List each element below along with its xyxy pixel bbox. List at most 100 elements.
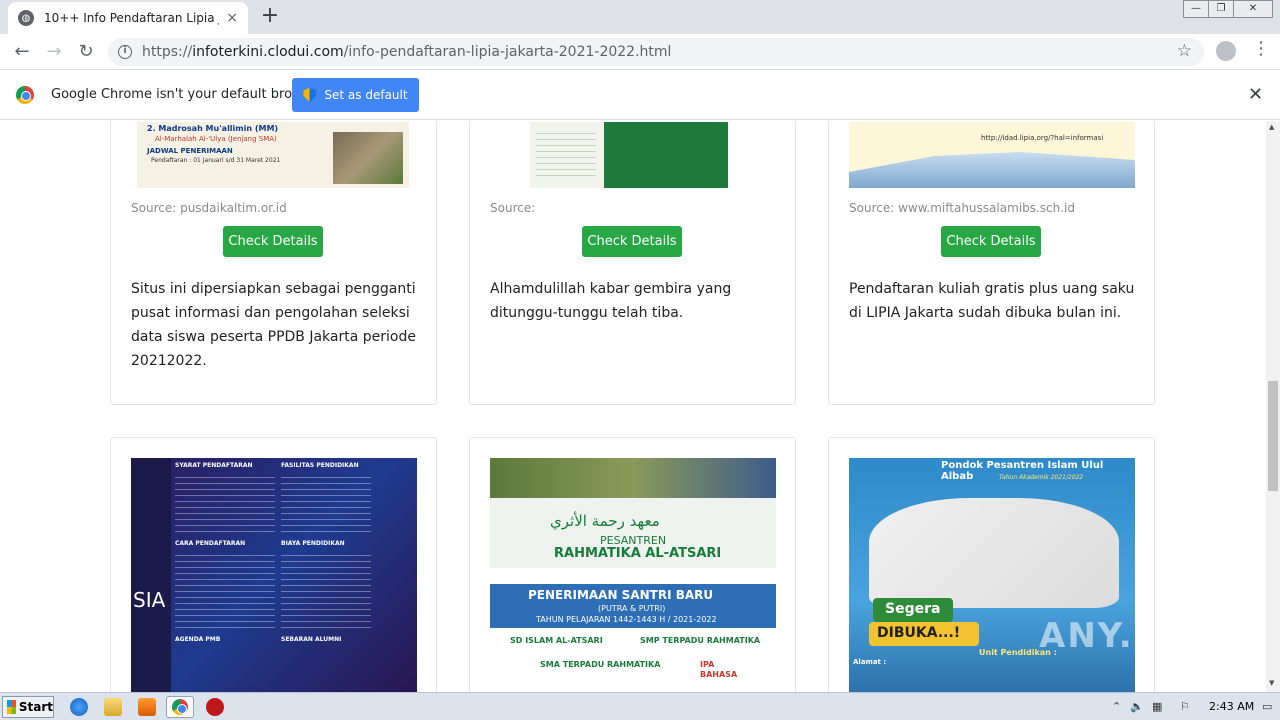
chrome-taskbar-button[interactable]: [166, 696, 194, 718]
thumb-text: DIBUKA...!: [877, 625, 961, 641]
thumb-text: BIAYA PENDIDIKAN: [281, 540, 345, 547]
card-thumbnail[interactable]: Pondok Pesantren Islam Ulul Albab Tahun …: [849, 458, 1135, 692]
info-icon[interactable]: i: [118, 45, 132, 59]
scroll-up-icon[interactable]: ▲: [1269, 123, 1274, 131]
infobar-message: Google Chrome isn't your default browser: [51, 87, 323, 102]
infobar-close-icon[interactable]: ✕: [1248, 84, 1263, 105]
profile-avatar[interactable]: [1216, 41, 1236, 61]
tab-close-icon[interactable]: ×: [226, 10, 238, 26]
new-tab-button[interactable]: +: [258, 4, 282, 28]
url-text: https://infoterkini.clodui.com/info-pend…: [142, 44, 672, 60]
tray-expand-icon[interactable]: ⌃: [1112, 700, 1121, 713]
thumb-text: JADWAL PENERIMAAN: [147, 147, 233, 155]
scrollbar-thumb[interactable]: [1268, 381, 1278, 491]
page-scrollbar[interactable]: ▲ ▼: [1266, 121, 1280, 692]
system-clock[interactable]: 2:43 AM: [1209, 700, 1254, 713]
result-card: Pondok Pesantren Islam Ulul Albab Tahun …: [828, 437, 1155, 692]
students-photo: [869, 498, 1119, 608]
card-source: Source: pusdaikaltim.or.id: [131, 201, 287, 215]
header-photo: [490, 458, 776, 498]
green-panel: [604, 122, 728, 188]
start-label: Start: [18, 700, 53, 714]
thumb-text: SMP TERPADU RAHMATIKA: [640, 636, 761, 645]
check-details-button[interactable]: Check Details: [582, 226, 682, 257]
scroll-down-icon[interactable]: ▼: [1269, 679, 1274, 687]
anyrun-watermark: ANY.RUN: [1039, 616, 1135, 656]
side-panel: [131, 458, 171, 692]
address-bar[interactable]: i https://infoterkini.clodui.com/info-pe…: [108, 38, 1204, 66]
reload-icon[interactable]: ↻: [74, 40, 98, 64]
window-close-button[interactable]: ✕: [1233, 0, 1273, 18]
thumb-text: Tahun Akademik 2021/2022: [999, 474, 1084, 481]
text-lines: [175, 472, 275, 532]
opera-icon[interactable]: [206, 698, 224, 716]
flag-icon[interactable]: ⚐: [1180, 700, 1190, 713]
card-source: Source:: [490, 201, 536, 215]
thumb-text: 2. Madrosah Mu'allimin (MM): [147, 124, 279, 133]
result-card: Source: Check Details Alhamdulillah kaba…: [469, 121, 796, 405]
menu-icon[interactable]: ⋮: [1252, 38, 1270, 59]
thumb-text: Segera: [885, 601, 941, 617]
set-as-default-label: Set as default: [324, 88, 408, 102]
thumb-text: Pendaftaran : 01 Januari s/d 31 Maret 20…: [151, 157, 281, 164]
globe-icon: ◍: [18, 10, 34, 26]
forward-icon[interactable]: →: [42, 40, 66, 64]
minimize-button[interactable]: —: [1183, 0, 1209, 18]
windows-taskbar: Start ⌃ 🔈 ▦ ⚐ 2:43 AM ▭: [0, 692, 1280, 720]
show-desktop-icon[interactable]: ▭: [1262, 700, 1272, 713]
text-lines: [281, 550, 371, 630]
windows-logo-icon: [7, 700, 16, 714]
thumb-text: CARA PENDAFTARAN: [175, 540, 246, 547]
bookmark-star-icon[interactable]: ☆: [1177, 41, 1192, 61]
text-lines: [281, 472, 371, 532]
file-explorer-icon[interactable]: [104, 698, 122, 716]
thumb-text: SMA TERPADU RAHMATIKA: [540, 660, 661, 669]
thumb-text: IPA: [700, 660, 715, 669]
card-description: Pendaftaran kuliah gratis plus uang saku…: [849, 281, 1135, 321]
thumb-text: Al-Marhalah Al-'Ulya (Jenjang SMA): [155, 135, 277, 143]
thumb-text: AGENDA PMB: [175, 636, 221, 643]
result-card: 2. Madrosah Mu'allimin (MM) Al-Marhalah …: [110, 121, 437, 405]
card-thumbnail[interactable]: [530, 122, 728, 188]
card-thumbnail[interactable]: http://idad.lipia.org/?hal=informasi: [849, 122, 1135, 188]
internet-explorer-icon[interactable]: [70, 698, 88, 716]
check-details-button[interactable]: Check Details: [223, 226, 323, 257]
thumb-text: FASILITAS PENDIDIKAN: [281, 462, 359, 469]
page-viewport: 2. Madrosah Mu'allimin (MM) Al-Marhalah …: [0, 121, 1266, 692]
result-card: http://idad.lipia.org/?hal=informasi Sou…: [828, 121, 1155, 405]
card-thumbnail[interactable]: معهد رحمة الأثري PESANTREN RAHMATIKA AL-…: [490, 458, 776, 692]
browser-tab[interactable]: ◍ 10++ Info Pendaftaran Lipia Jakarta ×: [8, 2, 248, 34]
photo-collage: [333, 132, 403, 184]
set-as-default-button[interactable]: Set as default: [292, 78, 419, 112]
thumb-text: BAHASA: [700, 670, 738, 679]
thumb-text: PENERIMAAN SANTRI BARU: [528, 588, 714, 602]
restore-button[interactable]: ❐: [1208, 0, 1234, 18]
default-browser-infobar: Google Chrome isn't your default browser…: [0, 70, 1280, 120]
chrome-logo-icon: [16, 86, 34, 104]
tab-strip: ◍ 10++ Info Pendaftaran Lipia Jakarta × …: [0, 0, 1280, 34]
media-player-icon[interactable]: [138, 698, 156, 716]
thumb-text: TAHUN PELAJARAN 1442-1443 H / 2021-2022: [536, 615, 717, 624]
thumb-text: (PUTRA & PUTRI): [598, 604, 666, 613]
text-lines: [536, 128, 596, 178]
thumb-text: معهد رحمة الأثري: [550, 512, 660, 530]
thumb-text: SIA: [133, 588, 166, 612]
result-card: معهد رحمة الأثري PESANTREN RAHMATIKA AL-…: [469, 437, 796, 692]
card-description: Alhamdulillah kabar gembira yang ditungg…: [490, 281, 732, 321]
building-image: [849, 152, 1135, 188]
start-button[interactable]: Start: [2, 696, 54, 718]
thumb-text: Alamat :: [853, 658, 887, 666]
thumb-text: http://idad.lipia.org/?hal=informasi: [981, 134, 1104, 142]
network-icon[interactable]: ▦: [1152, 700, 1162, 713]
card-thumbnail[interactable]: SIA SYARAT PENDAFTARAN FASILITAS PENDIDI…: [131, 458, 417, 692]
chrome-icon: [172, 699, 188, 715]
back-icon[interactable]: ←: [10, 40, 34, 64]
check-details-button[interactable]: Check Details: [941, 226, 1041, 257]
volume-icon[interactable]: 🔈: [1130, 700, 1144, 713]
browser-toolbar: ← → ↻ i https://infoterkini.clodui.com/i…: [0, 34, 1280, 70]
thumb-text: RAHMATIKA AL-ATSARI: [554, 546, 722, 561]
card-thumbnail[interactable]: 2. Madrosah Mu'allimin (MM) Al-Marhalah …: [137, 122, 409, 188]
tab-title: 10++ Info Pendaftaran Lipia Jakarta: [44, 11, 219, 25]
text-lines: [175, 550, 275, 630]
shield-icon: [303, 87, 317, 103]
